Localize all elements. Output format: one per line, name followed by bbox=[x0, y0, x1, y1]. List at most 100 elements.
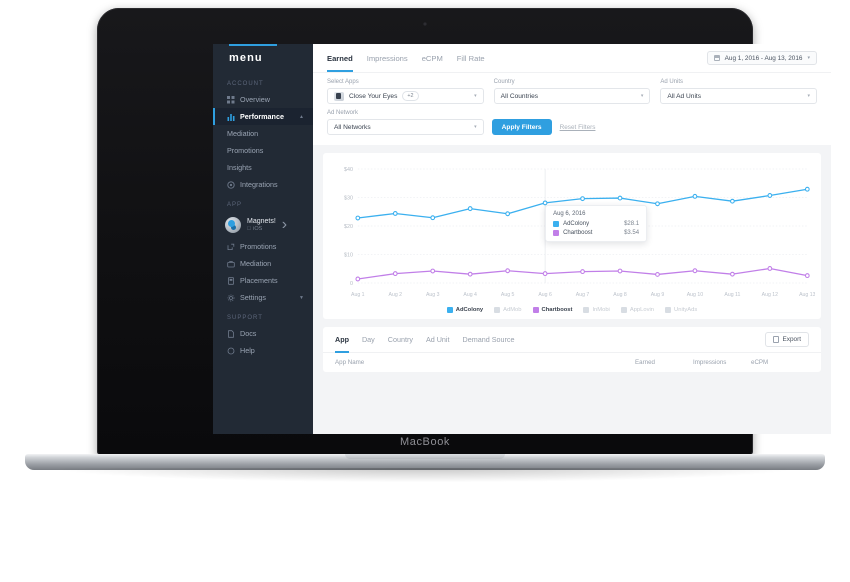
table-tabs: App Day Country Ad Unit Demand Source Ex… bbox=[323, 327, 821, 353]
series-swatch bbox=[583, 307, 590, 313]
apply-filters-button[interactable]: Apply Filters bbox=[491, 119, 552, 135]
table-tab-app[interactable]: App bbox=[335, 327, 349, 353]
sidebar-item-app-promotions[interactable]: Promotions bbox=[213, 238, 313, 255]
sidebar-app-switcher[interactable]: Magnets!  iOS › bbox=[213, 212, 313, 238]
tooltip-series-name: Chartboost bbox=[563, 229, 593, 236]
table-tab-country[interactable]: Country bbox=[388, 327, 413, 353]
legend-label: Chartboost bbox=[541, 307, 573, 313]
svg-text:Aug 7: Aug 7 bbox=[576, 292, 590, 298]
sidebar-item-placements[interactable]: Placements bbox=[213, 272, 313, 289]
brand-logo[interactable]: menu bbox=[213, 44, 313, 72]
legend-item[interactable]: AdMob bbox=[494, 307, 522, 313]
series-swatch bbox=[665, 307, 672, 313]
tooltip-series-value: $28.1 bbox=[624, 221, 640, 227]
placement-icon bbox=[227, 276, 235, 285]
sidebar-item-help[interactable]: Help bbox=[213, 342, 313, 359]
svg-text:$10: $10 bbox=[344, 253, 353, 259]
grid-icon bbox=[227, 95, 235, 104]
sidebar-item-insights[interactable]: Insights bbox=[213, 159, 313, 176]
svg-text:Aug 8: Aug 8 bbox=[613, 292, 627, 298]
ad-units-dropdown[interactable]: All Ad Units ▾ bbox=[660, 88, 818, 104]
date-range-label: Aug 1, 2016 - Aug 13, 2016 bbox=[724, 54, 803, 62]
export-icon bbox=[227, 243, 235, 251]
country-value: All Countries bbox=[500, 92, 539, 100]
main-content: Earned Impressions eCPM Fill Rate Aug 1,… bbox=[313, 44, 831, 434]
sidebar-item-promotions[interactable]: Promotions bbox=[213, 142, 313, 159]
plug-icon bbox=[227, 180, 235, 189]
column-impressions: Impressions bbox=[693, 359, 727, 366]
device-label: MacBook bbox=[399, 436, 451, 448]
chevron-down-icon: ▾ bbox=[474, 124, 477, 130]
chevron-down-icon: ▾ bbox=[807, 55, 810, 61]
legend-item[interactable]: InMobi bbox=[583, 307, 610, 313]
legend-item[interactable]: UnityAds bbox=[665, 307, 697, 313]
legend-label: InMobi bbox=[592, 307, 610, 313]
series-swatch bbox=[553, 221, 560, 227]
ad-network-dropdown[interactable]: All Networks ▾ bbox=[327, 119, 484, 135]
legend-item[interactable]: AppLovin bbox=[620, 307, 654, 313]
sidebar-item-label: Placements bbox=[240, 276, 278, 285]
filter-label: Select Apps bbox=[327, 79, 359, 85]
svg-text:Aug 4: Aug 4 bbox=[463, 292, 477, 298]
tab-fill-rate[interactable]: Fill Rate bbox=[457, 44, 485, 72]
chart-legend: AdColony AdMob Chartboost InMobi AppLovi… bbox=[329, 301, 815, 315]
svg-text:Aug 12: Aug 12 bbox=[762, 292, 778, 298]
chevron-right-icon: › bbox=[281, 216, 288, 233]
sidebar-item-label: Overview bbox=[240, 95, 270, 104]
chevron-down-icon: ▾ bbox=[807, 93, 811, 99]
tooltip-date: Aug 6, 2016 bbox=[553, 211, 586, 217]
sidebar-item-mediation[interactable]: Mediation bbox=[213, 125, 313, 142]
filter-select-apps: Select Apps Close Your Eyes +2 ▾ bbox=[327, 79, 484, 104]
export-icon bbox=[772, 336, 779, 343]
reset-filters-link[interactable]: Reset Filters bbox=[560, 124, 596, 131]
svg-text:$20: $20 bbox=[344, 224, 353, 230]
svg-text:Aug 10: Aug 10 bbox=[687, 292, 703, 298]
date-range-picker[interactable]: Aug 1, 2016 - Aug 13, 2016 ▾ bbox=[706, 51, 817, 65]
svg-text:Aug 1: Aug 1 bbox=[351, 292, 365, 298]
laptop-base-notch bbox=[345, 454, 505, 459]
ad-network-value: All Networks bbox=[334, 123, 371, 131]
legend-item[interactable]: AdColony bbox=[446, 307, 483, 313]
filter-ad-units: Ad Units All Ad Units ▾ bbox=[660, 79, 818, 104]
sidebar-item-performance[interactable]: Performance ▲ bbox=[213, 108, 313, 125]
tab-ecpm[interactable]: eCPM bbox=[422, 44, 443, 72]
sidebar-item-docs[interactable]: Docs bbox=[213, 325, 313, 342]
table-tab-day[interactable]: Day bbox=[362, 327, 375, 353]
tab-impressions[interactable]: Impressions bbox=[367, 44, 408, 72]
select-apps-dropdown[interactable]: Close Your Eyes +2 ▾ bbox=[327, 88, 484, 104]
export-button[interactable]: Export bbox=[764, 332, 809, 347]
legend-item[interactable]: Chartboost bbox=[532, 307, 573, 313]
table-tab-demand-source[interactable]: Demand Source bbox=[463, 327, 515, 353]
avatar bbox=[225, 217, 241, 233]
doc-icon bbox=[227, 329, 235, 338]
sidebar-item-overview[interactable]: Overview bbox=[213, 91, 313, 108]
select-apps-value: Close Your Eyes bbox=[349, 92, 398, 100]
chart-tooltip: Aug 6, 2016 AdColony $28.1 Chartboost $3… bbox=[545, 205, 648, 242]
chevron-down-icon: ▼ bbox=[299, 294, 304, 301]
svg-text:Aug 2: Aug 2 bbox=[389, 292, 403, 298]
column-ecpm: eCPM bbox=[751, 359, 769, 366]
series-swatch bbox=[532, 307, 539, 313]
sidebar-item-settings[interactable]: Settings ▼ bbox=[213, 289, 313, 306]
country-dropdown[interactable]: All Countries ▾ bbox=[493, 88, 651, 104]
laptop-shadow bbox=[60, 468, 790, 482]
app-thumbnail-icon bbox=[334, 91, 344, 101]
svg-text:$30: $30 bbox=[344, 196, 353, 202]
filter-label: Ad Units bbox=[660, 79, 684, 85]
app-name: Magnets! bbox=[247, 217, 276, 225]
table-tab-ad-unit[interactable]: Ad Unit bbox=[426, 327, 450, 353]
apple-icon:  bbox=[247, 226, 251, 232]
sidebar: menu ACCOUNT Overview Performance ▲ Medi… bbox=[213, 44, 313, 434]
column-earned: Earned bbox=[635, 359, 655, 366]
chart-area: 0 $10 $20 $30 $40 Aug 1 Aug 2 Aug 3 Aug 4 Aug 5 Au… bbox=[329, 161, 816, 301]
sidebar-item-app-mediation[interactable]: Mediation bbox=[213, 255, 313, 272]
tooltip-series-name: AdColony bbox=[563, 221, 590, 227]
sidebar-section-support: SUPPORT bbox=[227, 315, 263, 321]
filter-label: Country bbox=[493, 79, 515, 85]
tab-earned[interactable]: Earned bbox=[327, 44, 353, 72]
sidebar-section-app: APP bbox=[227, 202, 243, 208]
sidebar-item-label: Promotions bbox=[227, 146, 264, 155]
sidebar-item-integrations[interactable]: Integrations bbox=[213, 176, 313, 193]
tooltip-row: AdColony $28.1 bbox=[553, 221, 639, 227]
screenshot-root: menu ACCOUNT Overview Performance ▲ Medi… bbox=[0, 0, 850, 582]
